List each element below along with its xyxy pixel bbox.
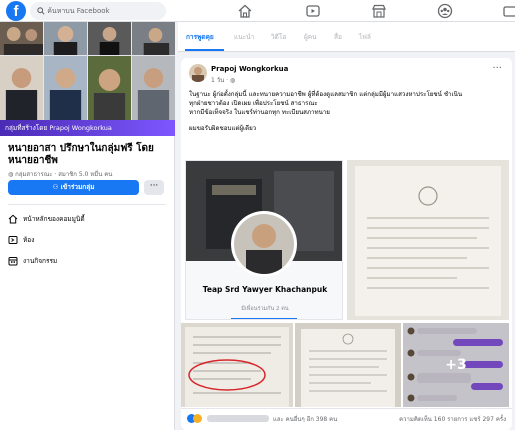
card-accent — [231, 318, 297, 319]
post-author[interactable]: Prapoj Wongkorkua — [211, 65, 288, 73]
cover-photo — [44, 56, 87, 121]
cover-photo — [88, 22, 131, 55]
group-title: หนายอาสา ปรึกษาในกลุ่มฟรี โดยหนายอาชีพ — [8, 143, 154, 166]
reactor-names-blurred — [207, 415, 269, 422]
post-time[interactable]: 1 วัน · ◍ — [211, 75, 235, 85]
document-photo[interactable] — [347, 160, 509, 320]
shared-profile-card[interactable]: Teap Srd Yawyer Khachanpuk มีเพื่อนร่วมก… — [185, 160, 343, 320]
mutual-friends: มีเพื่อนร่วมกัน 2 คน — [241, 306, 289, 312]
reaction-bar: และ คนอื่นๆ อีก 398 คน ความคิดเห็น 160 ร… — [181, 408, 512, 430]
gaming-icon[interactable] — [503, 3, 515, 19]
top-navigation-bar: f ค้นหาบน Facebook — [0, 0, 515, 22]
add-people-icon: ⚇ — [52, 183, 59, 191]
post-time-text: 1 วัน · — [211, 77, 230, 84]
document-photo[interactable] — [181, 323, 293, 407]
cover-photo — [0, 22, 43, 55]
feed-post: Prapoj Wongkorkua 1 วัน · ◍ ··· ในฐานะ ผ… — [181, 58, 512, 430]
tab-media[interactable]: สื่อ — [334, 32, 342, 42]
tab-videos[interactable]: วิดีโอ — [271, 32, 286, 42]
sidebar-item-label: ห้อง — [23, 236, 35, 244]
facebook-logo[interactable]: f — [6, 1, 26, 21]
sidebar-item-label: หน้าหลักของคอมมูนิตี้ — [23, 215, 85, 223]
document-photo[interactable] — [295, 323, 401, 407]
divider — [8, 204, 166, 205]
globe-icon: ◍ — [229, 77, 236, 84]
search-box[interactable]: ค้นหาบน Facebook — [30, 2, 166, 20]
sidebar-item-events[interactable]: งานกิจกรรม — [8, 254, 168, 268]
post-text-line: ทุกฝ่ายชาวต้อง เปิดเผย เพื่อประโยชน์ สาธ… — [189, 100, 318, 107]
rooms-icon — [8, 236, 18, 244]
more-options-button[interactable]: ··· — [144, 180, 164, 195]
tab-files[interactable]: ไฟล์ — [359, 32, 371, 42]
cover-photo — [132, 56, 175, 121]
group-meta-text: กลุ่มสาธารณะ · สมาชิก 5.0 หมื่น คน — [15, 171, 113, 178]
marketplace-icon[interactable] — [371, 3, 387, 19]
profile-name[interactable]: Teap Srd Yawyer Khachanpuk — [186, 285, 342, 294]
comments-shares-count[interactable]: ความคิดเห็น 160 รายการ แชร์ 297 ครั้ง — [399, 414, 506, 424]
sidebar-item-rooms[interactable]: ห้อง — [8, 233, 168, 247]
post-text-line: ผมขอรับผิดชอบแต่ผู้เดียว — [189, 125, 257, 132]
group-sidebar: กลุ่มที่สร้างโดย Prapoj Wongkorkua หนายอ… — [0, 22, 175, 430]
video-icon[interactable] — [305, 3, 321, 19]
tab-people[interactable]: ผู้คน — [304, 32, 317, 42]
post-media-grid: Teap Srd Yawyer Khachanpuk มีเพื่อนร่วมก… — [181, 160, 512, 407]
join-group-label: เข้าร่วมกลุ่ม — [60, 183, 95, 191]
sidebar-item-label: งานกิจกรรม — [23, 257, 58, 265]
sidebar-item-community-home[interactable]: หน้าหลักของคอมมูนิตี้ — [8, 212, 168, 226]
post-text-line: ในฐานะ ผู้ก่อตั้งกลุ่มนี้ และทนายความอาช… — [189, 91, 463, 98]
tab-discussion[interactable]: การพูดคุย — [186, 32, 214, 42]
author-avatar[interactable] — [189, 64, 207, 82]
search-placeholder: ค้นหาบน Facebook — [47, 7, 110, 15]
care-icon — [193, 414, 202, 423]
reaction-count[interactable]: และ คนอื่นๆ อีก 398 คน — [273, 414, 337, 424]
post-options-button[interactable]: ··· — [492, 63, 502, 74]
active-tab-indicator — [185, 49, 224, 51]
group-meta: ◍ กลุ่มสาธารณะ · สมาชิก 5.0 หมื่น คน — [8, 169, 112, 179]
cover-photo — [132, 22, 175, 55]
post-text-line: หากมีข้อเท็จจริง ในแชร์ท่านอกทุก ทะเบียน… — [189, 109, 330, 116]
cover-photo — [44, 22, 87, 55]
home-icon — [8, 214, 18, 224]
profile-picture[interactable] — [231, 211, 297, 277]
chat-screenshot-photo[interactable]: +3 — [403, 323, 509, 407]
group-tabs: การพูดคุย แนะนำ วิดีโอ ผู้คน สื่อ ไฟล์ — [178, 22, 515, 52]
events-icon — [8, 257, 18, 266]
cover-photo — [0, 56, 43, 121]
more-photos-count: +3 — [445, 357, 467, 373]
creator-banner[interactable]: กลุ่มที่สร้างโดย Prapoj Wongkorkua — [0, 120, 175, 136]
join-group-button[interactable]: ⚇ เข้าร่วมกลุ่ม — [8, 180, 139, 195]
search-icon — [37, 7, 45, 15]
home-icon[interactable] — [237, 3, 253, 19]
main-content: การพูดคุย แนะนำ วิดีโอ ผู้คน สื่อ ไฟล์ P… — [178, 22, 515, 430]
cover-photo — [88, 56, 131, 121]
cover-photo-collage — [0, 22, 175, 121]
groups-icon[interactable] — [437, 3, 453, 19]
globe-icon: ◍ — [8, 171, 14, 178]
tab-featured[interactable]: แนะนำ — [234, 32, 254, 42]
